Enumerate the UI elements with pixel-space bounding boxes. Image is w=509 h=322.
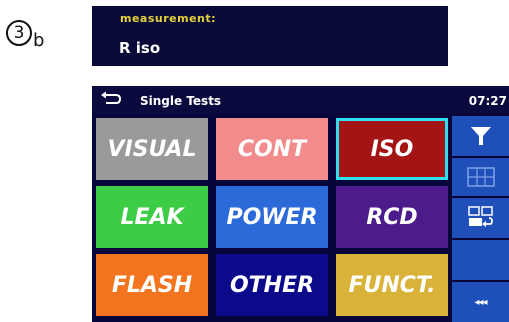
tile-leak[interactable]: LEAK (96, 186, 208, 248)
grid-view-icon (466, 167, 495, 187)
grid-view-button[interactable] (452, 158, 509, 196)
tile-label: POWER (226, 204, 318, 230)
tile-visual[interactable]: VISUAL (96, 118, 208, 180)
view-swap-icon (467, 206, 493, 227)
filter-button[interactable] (452, 116, 509, 156)
side-blank-button[interactable] (452, 240, 509, 280)
tile-power[interactable]: POWER (216, 186, 328, 248)
tile-label: FUNCT. (348, 272, 436, 298)
tile-label: VISUAL (107, 136, 197, 162)
tile-label: ISO (370, 136, 414, 162)
tile-iso[interactable]: ISO (336, 118, 448, 180)
title-bar: Single Tests 07:27 (92, 86, 509, 114)
tile-label: FLASH (111, 272, 193, 298)
measurement-label: measurement: (120, 12, 217, 25)
page-title: Single Tests (140, 94, 222, 108)
device-screen: Single Tests 07:27 VISUAL CONT ISO LEAK … (92, 86, 509, 322)
tile-other[interactable]: OTHER (216, 254, 328, 316)
view-swap-button[interactable] (452, 198, 509, 238)
tile-label: OTHER (229, 272, 315, 298)
side-panel: ◂◂◂ (452, 116, 509, 322)
more-button[interactable]: ◂◂◂ (452, 282, 509, 322)
tile-funct[interactable]: FUNCT. (336, 254, 448, 316)
tile-rcd[interactable]: RCD (336, 186, 448, 248)
back-icon[interactable] (100, 91, 122, 107)
tile-label: RCD (366, 204, 418, 230)
measurement-value: R iso (119, 39, 161, 57)
measurement-panel: measurement: R iso (92, 6, 448, 66)
clock: 07:27 (468, 94, 507, 108)
tile-label: CONT (237, 136, 307, 162)
filter-icon (470, 127, 491, 145)
step-sub: b (33, 30, 45, 51)
tile-flash[interactable]: FLASH (96, 254, 208, 316)
step-number: 3 (6, 20, 32, 46)
tile-cont[interactable]: CONT (216, 118, 328, 180)
step-marker: 3b (6, 20, 44, 51)
more-icon: ◂◂◂ (474, 296, 487, 308)
tile-label: LEAK (120, 204, 184, 230)
